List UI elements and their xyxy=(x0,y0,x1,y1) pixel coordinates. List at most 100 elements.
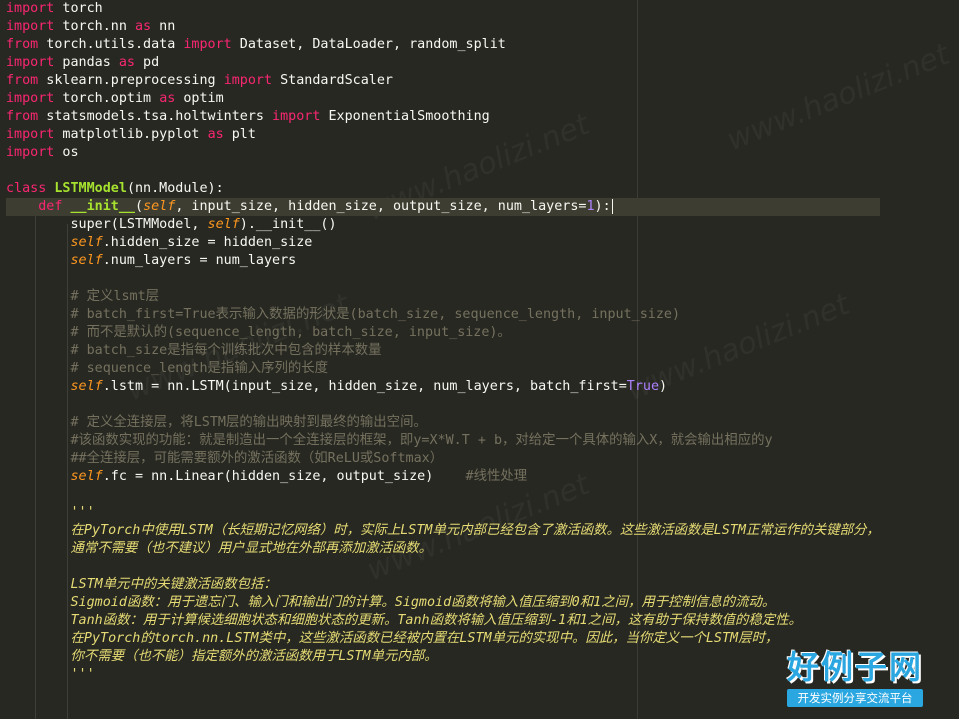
code-line[interactable] xyxy=(6,162,880,180)
code-line[interactable]: # batch_first=True表示输入数据的形状是(batch_size,… xyxy=(6,306,880,324)
code-line[interactable]: Tanh函数：用于计算候选细胞状态和细胞状态的更新。Tanh函数将输入值压缩到-… xyxy=(6,612,880,630)
code-line[interactable]: Sigmoid函数：用于遗忘门、输入门和输出门的计算。Sigmoid函数将输入值… xyxy=(6,594,880,612)
code-token: nn xyxy=(151,19,176,34)
logo-subtitle: 开发实例分享交流平台 xyxy=(786,689,923,707)
code-line[interactable]: #该函数实现的功能：就是制造出一个全连接层的框架，即y=X*W.T + b，对给… xyxy=(6,432,880,450)
code-token: ( xyxy=(135,199,144,214)
code-token: .lstm = nn.LSTM(input_size, hidden_size,… xyxy=(102,379,627,394)
code-token: 在PyTorch的torch.nn.LSTM类中，这些激活函数已经被内置在LST… xyxy=(6,631,779,646)
code-line[interactable]: self.lstm = nn.LSTM(input_size, hidden_s… xyxy=(6,378,880,396)
code-line[interactable]: import matplotlib.pyplot as plt xyxy=(6,126,880,144)
code-token: import xyxy=(223,73,273,88)
code-token: ''' xyxy=(6,505,95,520)
code-token: .hidden_size = hidden_size xyxy=(102,235,313,250)
code-line[interactable]: from statsmodels.tsa.holtwinters import … xyxy=(6,108,880,126)
code-token: import xyxy=(6,91,55,106)
code-token: ) xyxy=(659,379,668,394)
code-token: plt xyxy=(223,127,256,142)
code-line[interactable]: import torch.optim as optim xyxy=(6,90,880,108)
code-token: from xyxy=(6,109,39,124)
code-token: ExponentialSmoothing xyxy=(320,109,490,124)
code-line[interactable]: # 定义lsmt层 xyxy=(6,288,880,306)
code-token: matplotlib.pyplot xyxy=(54,127,208,142)
code-token: self xyxy=(70,379,103,394)
code-token: sklearn.preprocessing xyxy=(38,73,224,88)
code-line[interactable]: import torch.nn as nn xyxy=(6,18,880,36)
code-token: 在PyTorch中使用LSTM（长短期记忆网络）时，实际上LSTM单元内部已经包… xyxy=(6,523,880,538)
code-token: def xyxy=(38,199,63,214)
code-token: from xyxy=(6,73,39,88)
code-token: # 定义lsmt层 xyxy=(6,289,160,304)
code-token: self xyxy=(207,217,240,232)
code-line[interactable]: 在PyTorch中使用LSTM（长短期记忆网络）时，实际上LSTM单元内部已经包… xyxy=(6,522,880,540)
code-token: super(LSTMModel, xyxy=(6,217,208,232)
code-token: os xyxy=(54,145,79,160)
code-token: ''' xyxy=(6,667,95,682)
code-line[interactable]: self.fc = nn.Linear(hidden_size, output_… xyxy=(6,468,880,486)
code-token: as xyxy=(118,55,135,70)
code-line[interactable]: # 定义全连接层，将LSTM层的输出映射到最终的输出空间。 xyxy=(6,414,880,432)
code-token: import xyxy=(272,109,321,124)
code-line[interactable]: 你不需要（也不能）指定额外的激活函数用于LSTM单元内部。 xyxy=(6,648,880,666)
code-line[interactable]: # 而不是默认的(sequence_length, batch_size, in… xyxy=(6,324,880,342)
code-token: import xyxy=(6,19,55,34)
code-token: self xyxy=(70,235,103,250)
code-line[interactable]: ''' xyxy=(6,666,880,684)
code-line[interactable]: 在PyTorch的torch.nn.LSTM类中，这些激活函数已经被内置在LST… xyxy=(6,630,880,648)
code-line[interactable]: # batch_size是指每个训练批次中包含的样本数量 xyxy=(6,342,880,360)
code-line[interactable]: # sequence_length是指输入序列的长度 xyxy=(6,360,880,378)
code-token: optim xyxy=(175,91,224,106)
code-line[interactable] xyxy=(6,396,880,414)
code-token: # 定义全连接层，将LSTM层的输出映射到最终的输出空间。 xyxy=(6,415,427,430)
code-token: import xyxy=(6,127,55,142)
code-line[interactable]: self.hidden_size = hidden_size xyxy=(6,234,880,252)
code-token: import xyxy=(6,55,55,70)
code-token: Tanh函数：用于计算候选细胞状态和细胞状态的更新。Tanh函数将输入值压缩到-… xyxy=(6,613,802,628)
code-line[interactable]: import os xyxy=(6,144,880,162)
code-token: , input_size, hidden_size, output_size, … xyxy=(175,199,587,214)
code-line[interactable]: import pandas as pd xyxy=(6,54,880,72)
code-token: # batch_first=True表示输入数据的形状是(batch_size,… xyxy=(6,307,681,322)
code-line[interactable]: class LSTMModel(nn.Module): xyxy=(6,180,880,198)
code-line[interactable]: from torch.utils.data import Dataset, Da… xyxy=(6,36,880,54)
code-lines[interactable]: import torch import torch.nn as nn from to… xyxy=(6,0,880,684)
code-line[interactable] xyxy=(6,486,880,504)
code-token: 1 xyxy=(586,199,595,214)
code-token: True xyxy=(626,379,660,394)
code-line[interactable]: 通常不需要（也不建议）用户显式地在外部再添加激活函数。 xyxy=(6,540,880,558)
code-line[interactable] xyxy=(6,558,880,576)
code-token: ).__init__() xyxy=(239,217,337,232)
code-line[interactable]: import torch xyxy=(6,0,880,18)
code-token: self xyxy=(70,253,103,268)
code-token: pandas xyxy=(54,55,119,70)
code-token: StandardScaler xyxy=(272,73,393,88)
code-line[interactable]: from sklearn.preprocessing import Standa… xyxy=(6,72,880,90)
code-token: self xyxy=(70,469,103,484)
code-token: Dataset, DataLoader, random_split xyxy=(231,37,506,52)
code-editor[interactable]: www.haolizi.net www.haolizi.net www.haol… xyxy=(0,0,959,719)
code-token: Sigmoid函数：用于遗忘门、输入门和输出门的计算。Sigmoid函数将输入值… xyxy=(6,595,776,610)
code-token: import xyxy=(6,145,55,160)
code-line[interactable]: self.num_layers = num_layers xyxy=(6,252,880,270)
code-token: class xyxy=(6,181,47,196)
code-line[interactable]: super(LSTMModel, self).__init__() xyxy=(6,216,880,234)
code-token: as xyxy=(207,127,224,142)
logo-title: 好例子网 xyxy=(786,648,923,686)
code-token: (nn.Module): xyxy=(126,181,224,196)
code-token: 你不需要（也不能）指定额外的激活函数用于LSTM单元内部。 xyxy=(6,649,438,664)
code-token: LSTMModel xyxy=(54,181,127,196)
code-token: torch xyxy=(54,1,103,16)
code-line[interactable] xyxy=(6,270,880,288)
code-token: import xyxy=(183,37,232,52)
code-line-current[interactable]: def __init__(self, input_size, hidden_si… xyxy=(6,198,880,216)
code-token: #线性处理 xyxy=(465,469,528,484)
code-line[interactable]: ''' xyxy=(6,504,880,522)
code-line[interactable]: LSTM单元中的关键激活函数包括： xyxy=(6,576,880,594)
code-token: ##全连接层，可能需要额外的激活函数（如ReLU或Softmax） xyxy=(6,451,444,466)
code-token: # sequence_length是指输入序列的长度 xyxy=(6,361,329,376)
code-line[interactable]: ##全连接层，可能需要额外的激活函数（如ReLU或Softmax） xyxy=(6,450,880,468)
code-token: torch.nn xyxy=(54,19,135,34)
